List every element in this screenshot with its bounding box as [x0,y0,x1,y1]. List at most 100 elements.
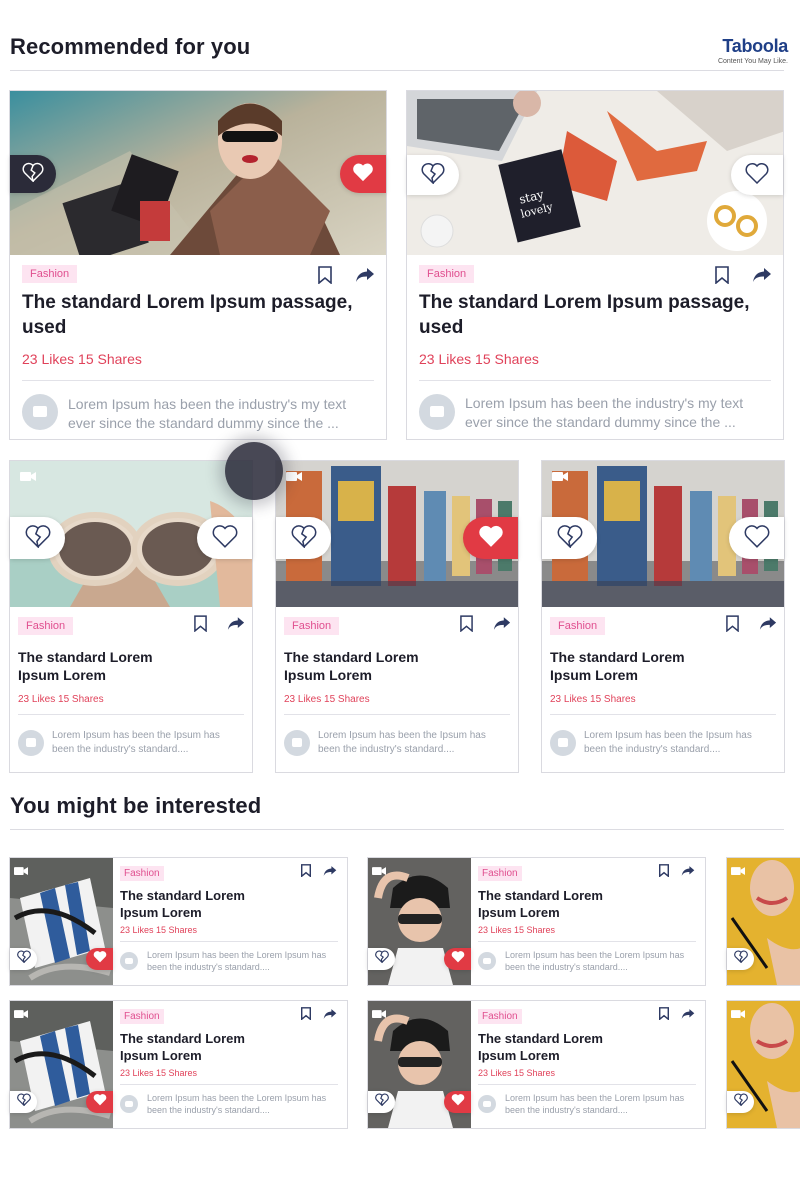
article-title[interactable]: The standard Lorem Ipsum passage, used [419,291,759,340]
article-card-compact[interactable]: Fashion The standard Lorem Ipsum Lorem 2… [367,1000,706,1129]
article-stats: 23 Likes 15 Shares [120,925,198,935]
bookmark-button[interactable] [192,615,208,635]
share-button[interactable] [492,617,512,635]
article-card[interactable]: Fashion The standard Lorem Ipsum Lorem 2… [541,460,785,773]
share-button[interactable] [680,866,696,880]
article-card[interactable]: Fashion The standard Lorem Ipsum Lorem 2… [9,460,253,773]
comment-preview[interactable]: Lorem Ipsum has been the Lorem Ipsum has… [505,949,695,975]
share-button[interactable] [322,1009,338,1023]
article-stats: 23 Likes 15 Shares [550,694,636,705]
dislike-button[interactable] [727,1091,754,1113]
bookmark-button[interactable] [300,864,312,882]
category-tag[interactable]: Fashion [419,265,475,283]
bookmark-button[interactable] [316,265,334,287]
like-button[interactable] [340,155,386,193]
article-card[interactable]: Fashion The standard Lorem Ipsum passage… [9,90,387,440]
dislike-button[interactable] [368,948,395,970]
article-stats: 23 Likes 15 Shares [478,925,556,935]
share-button[interactable] [226,617,246,635]
heart-icon [93,950,107,968]
comment-preview[interactable]: Lorem Ipsum has been the Ipsum has been … [318,729,508,759]
dislike-button[interactable] [10,517,65,559]
broken-heart-icon [291,524,317,553]
dislike-button[interactable] [276,517,331,559]
comment-preview[interactable]: Lorem Ipsum has been the Lorem Ipsum has… [505,1092,695,1118]
divider [419,380,771,381]
share-button[interactable] [680,1009,696,1023]
bookmark-button[interactable] [724,615,740,635]
like-button[interactable] [444,1091,471,1113]
section-title-interested: You might be interested [10,793,262,818]
comment-icon [478,1095,496,1113]
share-button[interactable] [751,267,773,287]
bookmark-button[interactable] [458,615,474,635]
like-button[interactable] [463,517,518,559]
bookmark-button[interactable] [658,864,670,880]
heart-icon [478,524,504,553]
article-title[interactable]: The standard Lorem Ipsum Lorem [550,648,710,684]
dislike-button[interactable] [368,1091,395,1113]
like-button[interactable] [729,517,784,559]
bookmark-button[interactable] [713,265,731,289]
taboola-logo[interactable]: Taboola Content You May Like. [718,36,788,65]
article-title[interactable]: The standard Lorem Ipsum Lorem [478,1031,628,1065]
share-button[interactable] [322,866,338,880]
share-icon [681,1007,695,1025]
comment-preview[interactable]: Lorem Ipsum has been the industry's my t… [465,394,765,432]
dislike-button[interactable] [10,1091,37,1113]
like-button[interactable] [86,948,113,970]
video-camera-icon [14,863,28,881]
article-card-compact-partial[interactable] [726,857,800,986]
bookmark-icon [301,864,311,882]
article-card[interactable]: Fashion The standard Lorem Ipsum Lorem 2… [275,460,519,773]
category-tag[interactable]: Fashion [284,617,340,635]
comment-preview[interactable]: Lorem Ipsum has been the industry's my t… [68,395,368,433]
article-title[interactable]: The standard Lorem Ipsum passage, used [22,291,362,340]
share-button[interactable] [354,267,376,287]
article-card-compact-partial[interactable] [726,1000,800,1129]
like-button[interactable] [197,517,252,559]
like-button[interactable] [444,948,471,970]
dislike-button[interactable] [542,517,597,559]
article-image[interactable] [10,91,386,255]
article-stats: 23 Likes 15 Shares [284,694,370,705]
category-tag[interactable]: Fashion [478,866,522,881]
article-card-compact[interactable]: Fashion The standard Lorem Ipsum Lorem 2… [9,857,348,986]
bookmark-button[interactable] [300,1007,312,1023]
category-tag[interactable]: Fashion [18,617,74,635]
comment-preview[interactable]: Lorem Ipsum has been the Lorem Ipsum has… [147,1092,337,1118]
bookmark-button[interactable] [658,1007,670,1023]
comment-preview[interactable]: Lorem Ipsum has been the Ipsum has been … [52,729,242,759]
dislike-button[interactable] [10,948,37,970]
like-button[interactable] [86,1091,113,1113]
category-tag[interactable]: Fashion [478,1009,522,1024]
article-title[interactable]: The standard Lorem Ipsum Lorem [478,888,628,922]
article-title[interactable]: The standard Lorem Ipsum Lorem [284,648,444,684]
article-image[interactable]: stay lovely [407,91,783,255]
article-card-compact[interactable]: Fashion The standard Lorem Ipsum Lorem 2… [9,1000,348,1129]
dislike-button[interactable] [407,155,459,195]
category-tag[interactable]: Fashion [120,866,164,881]
article-title[interactable]: The standard Lorem Ipsum Lorem [120,1031,270,1065]
article-card-compact[interactable]: Fashion The standard Lorem Ipsum Lorem 2… [367,857,706,986]
divider [284,714,510,715]
share-icon [759,616,777,636]
share-icon [323,1007,337,1025]
comment-preview[interactable]: Lorem Ipsum has been the Ipsum has been … [584,729,774,759]
share-button[interactable] [758,617,778,635]
like-button[interactable] [731,155,783,195]
category-tag[interactable]: Fashion [550,617,606,635]
dislike-button[interactable] [10,155,56,193]
dislike-button[interactable] [727,948,754,970]
category-tag[interactable]: Fashion [22,265,78,283]
category-tag[interactable]: Fashion [120,1009,164,1024]
broken-heart-icon [374,1093,389,1111]
share-icon [493,616,511,636]
share-icon [752,267,772,288]
article-title[interactable]: The standard Lorem Ipsum Lorem [18,648,178,684]
comment-preview[interactable]: Lorem Ipsum has been the Lorem Ipsum has… [147,949,337,975]
article-card[interactable]: stay lovely Fashion The standard Lorem I… [406,90,784,440]
bookmark-icon [715,265,729,289]
article-title[interactable]: The standard Lorem Ipsum Lorem [120,888,270,922]
heart-icon [745,162,769,189]
